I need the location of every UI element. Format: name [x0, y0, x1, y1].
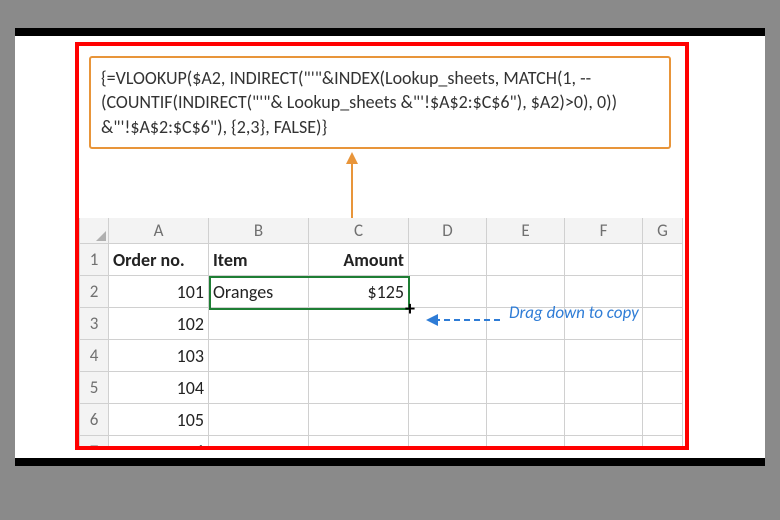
cell[interactable] — [643, 308, 683, 340]
image-frame: {=VLOOKUP($A2, INDIRECT("'"&INDEX(Lookup… — [15, 28, 765, 466]
col-header[interactable]: G — [643, 218, 683, 244]
cell[interactable] — [309, 308, 409, 340]
cell[interactable]: 106 — [109, 436, 209, 450]
cell[interactable] — [643, 404, 683, 436]
col-header[interactable]: F — [565, 218, 643, 244]
cell[interactable] — [209, 436, 309, 450]
cell[interactable] — [487, 244, 565, 276]
col-header[interactable]: B — [209, 218, 309, 244]
cell[interactable] — [409, 244, 487, 276]
select-all-corner[interactable] — [79, 218, 109, 244]
row-header[interactable]: 1 — [79, 244, 109, 276]
cell[interactable]: Amount — [309, 244, 409, 276]
cell[interactable]: Order no. — [109, 244, 209, 276]
table-row: 7 106 — [79, 436, 689, 450]
row-header[interactable]: 7 — [79, 436, 109, 450]
cell[interactable] — [309, 340, 409, 372]
table-row: 4 103 — [79, 340, 689, 372]
cell[interactable] — [643, 276, 683, 308]
cell[interactable] — [565, 404, 643, 436]
cell[interactable] — [643, 244, 683, 276]
cell[interactable] — [643, 436, 683, 450]
formula-callout: {=VLOOKUP($A2, INDIRECT("'"&INDEX(Lookup… — [89, 56, 671, 149]
cell[interactable] — [309, 404, 409, 436]
cell[interactable]: 101 — [109, 276, 209, 308]
cell[interactable] — [209, 340, 309, 372]
table-row: 1 Order no. Item Amount — [79, 244, 689, 276]
cell[interactable] — [209, 372, 309, 404]
cell[interactable]: $125 — [309, 276, 409, 308]
cell[interactable] — [409, 404, 487, 436]
table-row: 6 105 — [79, 404, 689, 436]
cell[interactable] — [309, 436, 409, 450]
cell[interactable] — [209, 308, 309, 340]
cell[interactable] — [409, 276, 487, 308]
cell[interactable] — [565, 436, 643, 450]
cell[interactable] — [487, 404, 565, 436]
callout-arrow-icon — [351, 154, 353, 218]
col-header[interactable]: A — [109, 218, 209, 244]
screenshot-area: {=VLOOKUP($A2, INDIRECT("'"&INDEX(Lookup… — [75, 42, 689, 450]
cell[interactable]: 103 — [109, 340, 209, 372]
formula-text: {=VLOOKUP($A2, INDIRECT("'"&INDEX(Lookup… — [101, 67, 617, 138]
cell[interactable] — [409, 340, 487, 372]
drag-hint: Drag down to copy — [509, 302, 639, 323]
cell[interactable] — [487, 372, 565, 404]
cell[interactable]: 104 — [109, 372, 209, 404]
col-header[interactable]: D — [409, 218, 487, 244]
cell[interactable] — [487, 340, 565, 372]
dashed-arrow-icon — [424, 310, 509, 330]
cell[interactable] — [565, 340, 643, 372]
row-header[interactable]: 5 — [79, 372, 109, 404]
row-header[interactable]: 6 — [79, 404, 109, 436]
cell[interactable]: Oranges — [209, 276, 309, 308]
cell[interactable] — [409, 436, 487, 450]
cell[interactable] — [643, 372, 683, 404]
spreadsheet-grid[interactable]: A B C D E F G 1 Order no. Item Amount 2 — [79, 218, 689, 450]
hint-text: Drag down to copy — [509, 302, 639, 323]
cell[interactable] — [309, 372, 409, 404]
cell[interactable] — [409, 372, 487, 404]
cell[interactable]: 102 — [109, 308, 209, 340]
cell[interactable] — [565, 372, 643, 404]
row-header[interactable]: 2 — [79, 276, 109, 308]
cell[interactable]: Item — [209, 244, 309, 276]
row-header[interactable]: 3 — [79, 308, 109, 340]
row-header[interactable]: 4 — [79, 340, 109, 372]
col-header[interactable]: C — [309, 218, 409, 244]
cell[interactable] — [643, 340, 683, 372]
cell[interactable] — [209, 404, 309, 436]
cell[interactable]: 105 — [109, 404, 209, 436]
col-header[interactable]: E — [487, 218, 565, 244]
cell[interactable] — [565, 244, 643, 276]
column-header-row: A B C D E F G — [79, 218, 689, 244]
cell[interactable] — [487, 436, 565, 450]
table-row: 5 104 — [79, 372, 689, 404]
